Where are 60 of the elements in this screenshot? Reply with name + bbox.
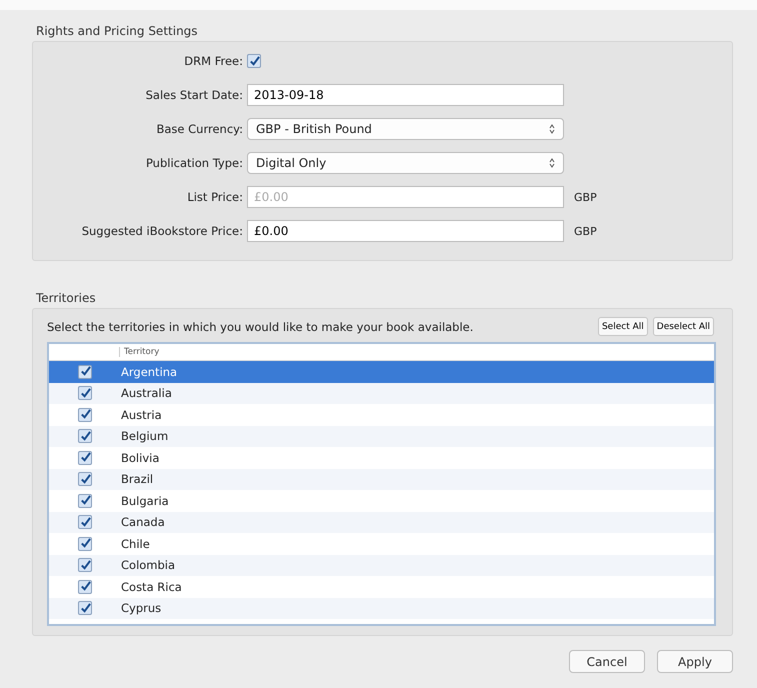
- table-row[interactable]: Colombia: [49, 554, 714, 576]
- instruction-text: Select the territories in which you would like to make your book available.: [47, 320, 474, 334]
- input-field[interactable]: £0.00: [247, 186, 564, 208]
- checkbox[interactable]: [78, 580, 92, 594]
- checkbox[interactable]: [78, 450, 92, 465]
- small-button[interactable]: Select All: [598, 317, 648, 336]
- section-title: Territories: [36, 291, 97, 305]
- territory-name: Costa Rica: [121, 580, 182, 594]
- stepper-arrows-icon: [549, 124, 555, 134]
- table-row[interactable]: Bulgaria: [49, 490, 714, 512]
- field-label: Sales Start Date:: [144, 88, 244, 102]
- table-row[interactable]: Austria: [49, 404, 714, 426]
- table-row[interactable]: Costa Rica: [49, 576, 714, 598]
- field-label: Suggested iBookstore Price:: [80, 224, 244, 238]
- territory-name: Chile: [121, 536, 150, 551]
- checkbox[interactable]: [78, 515, 92, 530]
- stepper-arrows-icon: [549, 158, 555, 168]
- territory-name: Brazil: [121, 472, 154, 486]
- table-row[interactable]: Bolivia: [49, 447, 714, 468]
- territory-name: Australia: [121, 386, 172, 400]
- checkbox[interactable]: [247, 54, 261, 68]
- dialog-button[interactable]: Cancel: [569, 650, 645, 673]
- territory-name: Bolivia: [121, 450, 160, 465]
- column-header[interactable]: Territory: [119, 347, 160, 357]
- field-label: Publication Type:: [144, 156, 244, 170]
- dropdown[interactable]: GBP - British Pound: [247, 118, 564, 140]
- checkbox[interactable]: [78, 472, 92, 486]
- currency-label: GBP: [574, 190, 597, 204]
- table-row[interactable]: Chile: [49, 533, 714, 554]
- checkbox[interactable]: [78, 364, 92, 379]
- territory-name: Bulgaria: [121, 494, 169, 508]
- dialog-button[interactable]: Apply: [657, 650, 733, 673]
- territory-name: Colombia: [121, 558, 176, 572]
- currency-label: GBP: [574, 224, 597, 238]
- dropdown[interactable]: Digital Only: [247, 152, 564, 174]
- table-row[interactable]: Belgium: [49, 426, 714, 447]
- territory-name: Canada: [121, 515, 165, 530]
- checkbox[interactable]: [78, 408, 92, 422]
- checkbox[interactable]: [78, 429, 92, 444]
- table-row[interactable]: Brazil: [49, 468, 714, 490]
- territory-name: Argentina: [121, 364, 178, 379]
- small-button[interactable]: Deselect All: [652, 317, 714, 336]
- table-row[interactable]: Cyprus: [49, 598, 714, 619]
- checkbox[interactable]: [78, 536, 92, 551]
- section-title: Rights and Pricing Settings: [36, 24, 199, 38]
- territory-name: Austria: [121, 408, 162, 422]
- checkbox[interactable]: [78, 494, 92, 508]
- checkbox[interactable]: [78, 601, 92, 616]
- field-label: DRM Free:: [183, 54, 244, 68]
- input-field[interactable]: 2013-09-18: [247, 84, 564, 106]
- checkbox[interactable]: [78, 386, 92, 400]
- table-row[interactable]: Argentina: [49, 361, 714, 382]
- field-label: Base Currency:: [155, 122, 244, 136]
- table-row[interactable]: Australia: [49, 382, 714, 404]
- table-row[interactable]: Canada: [49, 512, 714, 533]
- territory-name: Belgium: [121, 429, 168, 444]
- checkbox[interactable]: [78, 558, 92, 572]
- input-field[interactable]: £0.00: [247, 220, 564, 242]
- territory-name: Cyprus: [121, 601, 162, 616]
- field-label: List Price:: [186, 190, 244, 204]
